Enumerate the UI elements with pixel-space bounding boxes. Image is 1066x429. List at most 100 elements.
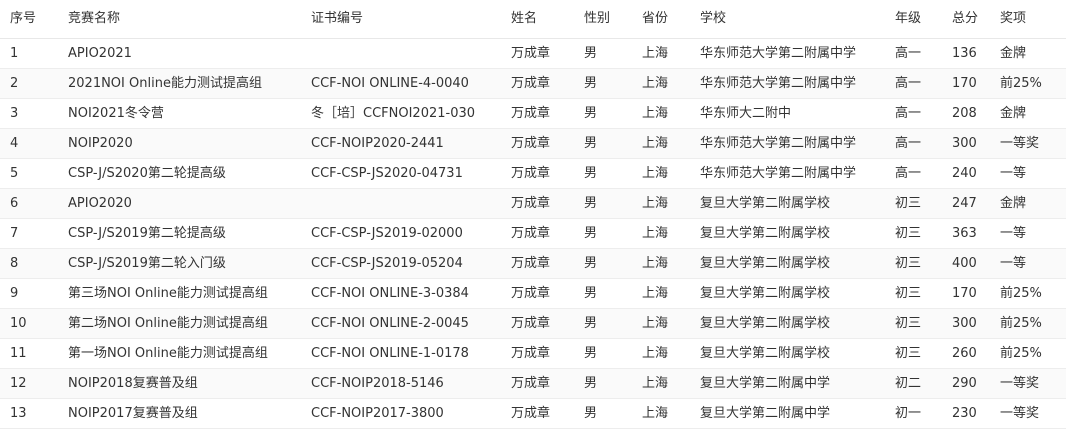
table-row[interactable]: 13 NOIP2017复赛普及组 CCF-NOIP2017-3800 万成章男上海 复旦… bbox=[0, 398, 1066, 429]
header-index[interactable]: 序号 bbox=[0, 0, 58, 39]
cell-contest-name: NOIP2018复赛普及组 bbox=[58, 368, 301, 399]
cell-school: 复旦大学第二附属学校 bbox=[690, 248, 885, 279]
cell-grade: 初三 bbox=[885, 308, 942, 339]
cell-certificate-number: CCF-NOIP2020-2441 bbox=[301, 128, 501, 159]
cell-name: 万成章 bbox=[501, 158, 574, 189]
table-row[interactable]: 11 第一场NOI Online能力测试提高组 CCF-NOI ONLINE-1-0… bbox=[0, 338, 1066, 369]
cell-school: 华东师范大学第二附属中学 bbox=[690, 68, 885, 99]
cell-gender: 男 bbox=[574, 278, 632, 309]
cell-name: 万成章 bbox=[501, 128, 574, 159]
cell-province: 上海 bbox=[632, 368, 690, 399]
cell-score: 363 bbox=[942, 218, 990, 249]
cell-gender: 男 bbox=[574, 158, 632, 189]
header-row: 序号 竞赛名称 证书编号 姓名 性别 省份 学校 年级 总分 奖项 bbox=[0, 0, 1066, 39]
cell-school: 复旦大学第二附属学校 bbox=[690, 188, 885, 219]
cell-index: 4 bbox=[0, 128, 58, 159]
cell-grade: 初三 bbox=[885, 218, 942, 249]
cell-gender: 男 bbox=[574, 68, 632, 99]
cell-gender: 男 bbox=[574, 38, 632, 69]
table-body: 1 APIO2021 万成章男上海 华东师范大学第二附属中学 高一 136 金牌 2 2021N… bbox=[0, 38, 1066, 429]
cell-certificate-number: CCF-CSP-JS2020-04731 bbox=[301, 158, 501, 189]
cell-province: 上海 bbox=[632, 218, 690, 249]
table-row[interactable]: 4 NOIP2020 CCF-NOIP2020-2441 万成章男上海 华东师范大学第二… bbox=[0, 128, 1066, 159]
cell-award: 一等奖 bbox=[990, 398, 1066, 429]
cell-grade: 初三 bbox=[885, 188, 942, 219]
table-row[interactable]: 7 CSP-J/S2019第二轮提高级 CCF-CSP-JS2019-02000 万成… bbox=[0, 218, 1066, 249]
cell-school: 复旦大学第二附属中学 bbox=[690, 398, 885, 429]
cell-score: 260 bbox=[942, 338, 990, 369]
header-name[interactable]: 姓名 bbox=[501, 0, 574, 39]
cell-award: 一等 bbox=[990, 218, 1066, 249]
table-row[interactable]: 5 CSP-J/S2020第二轮提高级 CCF-CSP-JS2020-04731 万成… bbox=[0, 158, 1066, 189]
cell-province: 上海 bbox=[632, 158, 690, 189]
cell-score: 170 bbox=[942, 68, 990, 99]
cell-score: 290 bbox=[942, 368, 990, 399]
header-school[interactable]: 学校 bbox=[690, 0, 885, 39]
cell-grade: 初三 bbox=[885, 248, 942, 279]
cell-certificate-number: 冬［培］CCFNOI2021-030 bbox=[301, 98, 501, 129]
cell-grade: 高一 bbox=[885, 158, 942, 189]
cell-index: 11 bbox=[0, 338, 58, 369]
cell-name: 万成章 bbox=[501, 38, 574, 69]
cell-gender: 男 bbox=[574, 368, 632, 399]
cell-school: 华东师范大学第二附属中学 bbox=[690, 158, 885, 189]
cell-gender: 男 bbox=[574, 338, 632, 369]
cell-certificate-number: CCF-NOI ONLINE-1-0178 bbox=[301, 338, 501, 369]
cell-index: 3 bbox=[0, 98, 58, 129]
cell-award: 前25% bbox=[990, 68, 1066, 99]
cell-grade: 高一 bbox=[885, 128, 942, 159]
cell-contest-name: 第一场NOI Online能力测试提高组 bbox=[58, 338, 301, 369]
cell-gender: 男 bbox=[574, 188, 632, 219]
table-row[interactable]: 6 APIO2020 万成章男上海 复旦大学第二附属学校 初三 247 金牌 bbox=[0, 188, 1066, 219]
cell-contest-name: NOIP2017复赛普及组 bbox=[58, 398, 301, 429]
cell-index: 8 bbox=[0, 248, 58, 279]
header-score[interactable]: 总分 bbox=[942, 0, 990, 39]
cell-index: 5 bbox=[0, 158, 58, 189]
header-gender[interactable]: 性别 bbox=[574, 0, 632, 39]
cell-award: 前25% bbox=[990, 308, 1066, 339]
table-row[interactable]: 9 第三场NOI Online能力测试提高组 CCF-NOI ONLINE-3-03… bbox=[0, 278, 1066, 309]
header-certificate-number[interactable]: 证书编号 bbox=[301, 0, 501, 39]
table-row[interactable]: 2 2021NOI Online能力测试提高组 CCF-NOI ONLINE-4-0… bbox=[0, 68, 1066, 99]
cell-certificate-number bbox=[301, 188, 501, 219]
cell-school: 华东师范大学第二附属中学 bbox=[690, 38, 885, 69]
cell-grade: 高一 bbox=[885, 98, 942, 129]
cell-province: 上海 bbox=[632, 98, 690, 129]
cell-grade: 高一 bbox=[885, 68, 942, 99]
cell-contest-name: CSP-J/S2019第二轮入门级 bbox=[58, 248, 301, 279]
cell-school: 复旦大学第二附属学校 bbox=[690, 308, 885, 339]
header-award[interactable]: 奖项 bbox=[990, 0, 1066, 39]
cell-name: 万成章 bbox=[501, 218, 574, 249]
cell-contest-name: CSP-J/S2020第二轮提高级 bbox=[58, 158, 301, 189]
cell-name: 万成章 bbox=[501, 338, 574, 369]
cell-name: 万成章 bbox=[501, 248, 574, 279]
cell-school: 复旦大学第二附属学校 bbox=[690, 338, 885, 369]
table-row[interactable]: 8 CSP-J/S2019第二轮入门级 CCF-CSP-JS2019-05204 万成… bbox=[0, 248, 1066, 279]
table-row[interactable]: 12 NOIP2018复赛普及组 CCF-NOIP2018-5146 万成章男上海 复旦… bbox=[0, 368, 1066, 399]
table-header: 序号 竞赛名称 证书编号 姓名 性别 省份 学校 年级 总分 奖项 bbox=[0, 0, 1066, 39]
cell-score: 136 bbox=[942, 38, 990, 69]
cell-name: 万成章 bbox=[501, 68, 574, 99]
cell-certificate-number: CCF-CSP-JS2019-05204 bbox=[301, 248, 501, 279]
table-row[interactable]: 1 APIO2021 万成章男上海 华东师范大学第二附属中学 高一 136 金牌 bbox=[0, 38, 1066, 69]
cell-province: 上海 bbox=[632, 68, 690, 99]
header-contest-name[interactable]: 竞赛名称 bbox=[58, 0, 301, 39]
header-province[interactable]: 省份 bbox=[632, 0, 690, 39]
cell-name: 万成章 bbox=[501, 188, 574, 219]
cell-province: 上海 bbox=[632, 248, 690, 279]
cell-index: 13 bbox=[0, 398, 58, 429]
table-row[interactable]: 3 NOI2021冬令营 冬［培］CCFNOI2021-030 万成章男上海 华东师大二… bbox=[0, 98, 1066, 129]
cell-grade: 初一 bbox=[885, 398, 942, 429]
cell-gender: 男 bbox=[574, 218, 632, 249]
table-row[interactable]: 10 第二场NOI Online能力测试提高组 CCF-NOI ONLINE-2-0… bbox=[0, 308, 1066, 339]
cell-certificate-number: CCF-NOI ONLINE-4-0040 bbox=[301, 68, 501, 99]
awards-table: 序号 竞赛名称 证书编号 姓名 性别 省份 学校 年级 总分 奖项 1 APIO2… bbox=[0, 0, 1066, 429]
header-grade[interactable]: 年级 bbox=[885, 0, 942, 39]
cell-index: 9 bbox=[0, 278, 58, 309]
cell-award: 金牌 bbox=[990, 38, 1066, 69]
cell-contest-name: 第三场NOI Online能力测试提高组 bbox=[58, 278, 301, 309]
cell-gender: 男 bbox=[574, 128, 632, 159]
cell-gender: 男 bbox=[574, 98, 632, 129]
cell-contest-name: NOI2021冬令营 bbox=[58, 98, 301, 129]
cell-award: 一等奖 bbox=[990, 128, 1066, 159]
